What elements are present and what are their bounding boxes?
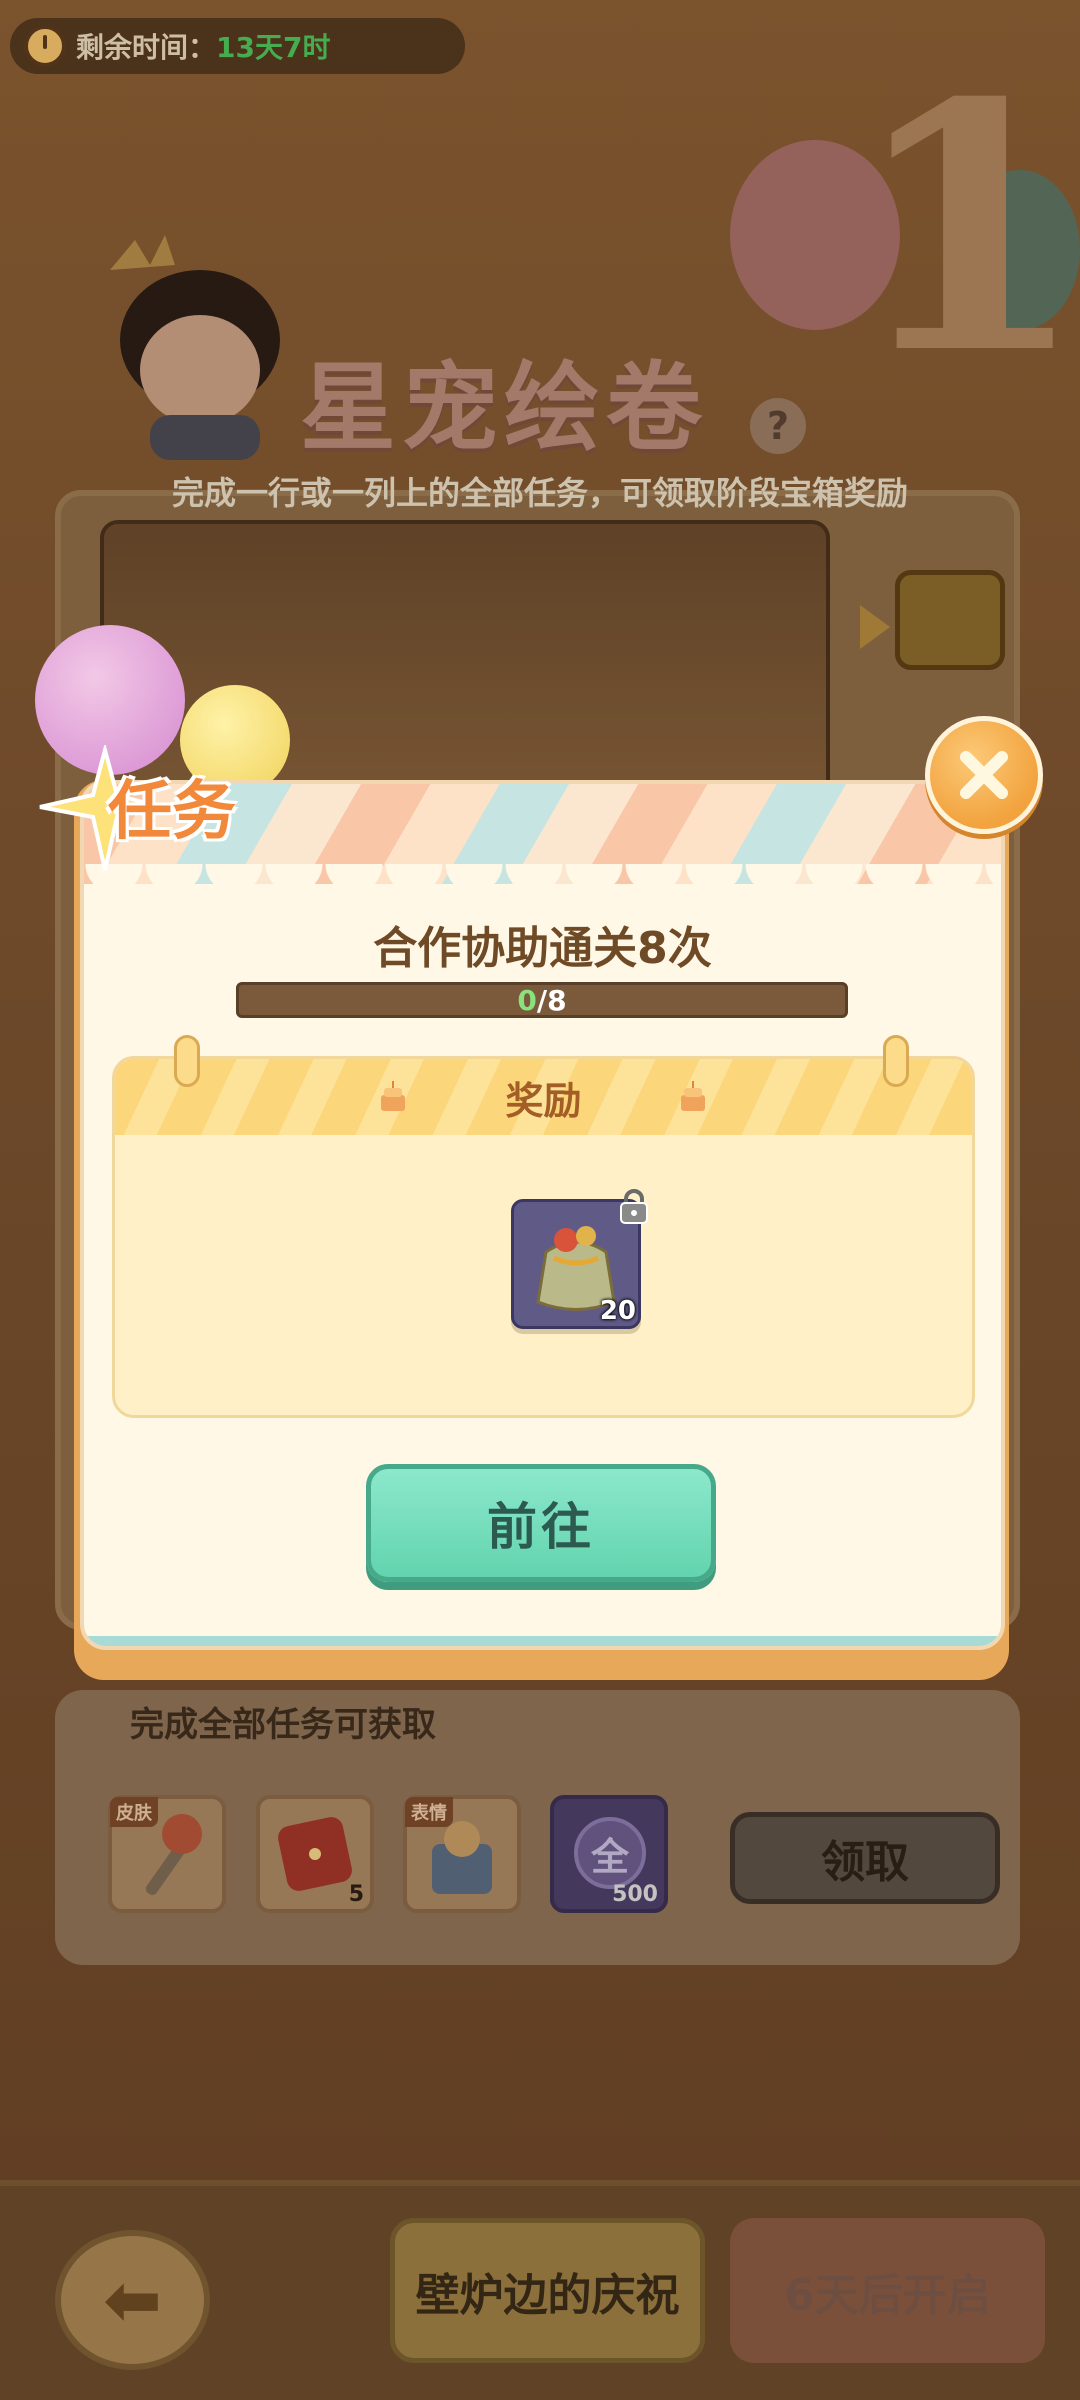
reward-item-count: 20 <box>599 1296 636 1326</box>
modal-bottom-strip <box>84 1636 1001 1646</box>
reward-item[interactable]: 20 <box>511 1189 648 1329</box>
reward-card-title: 奖励 <box>505 1078 582 1123</box>
cake-icon <box>681 1081 705 1111</box>
scroll-pin-left <box>174 1035 200 1087</box>
task-progress-bar: 0/8 <box>236 982 848 1018</box>
reward-card-header: 奖励 <box>115 1059 972 1135</box>
progress-separator: / <box>536 983 548 1017</box>
scroll-pin-right <box>883 1035 909 1087</box>
reward-card: 奖励 20 <box>112 1056 975 1418</box>
close-button[interactable] <box>925 716 1043 834</box>
progress-current: 0 <box>517 983 537 1017</box>
task-progress-text: 0/8 <box>517 984 566 1017</box>
task-tab-label: 任务 <box>108 775 236 849</box>
task-title: 合作协助通关8次 <box>373 923 712 974</box>
lock-icon <box>620 1189 648 1224</box>
close-icon <box>960 751 1008 799</box>
task-modal: 合作协助通关8次 0/8 奖励 20 前往 <box>80 780 1005 1650</box>
progress-total: 8 <box>547 983 567 1017</box>
cake-icon <box>381 1081 405 1111</box>
go-button[interactable]: 前往 <box>366 1464 716 1582</box>
